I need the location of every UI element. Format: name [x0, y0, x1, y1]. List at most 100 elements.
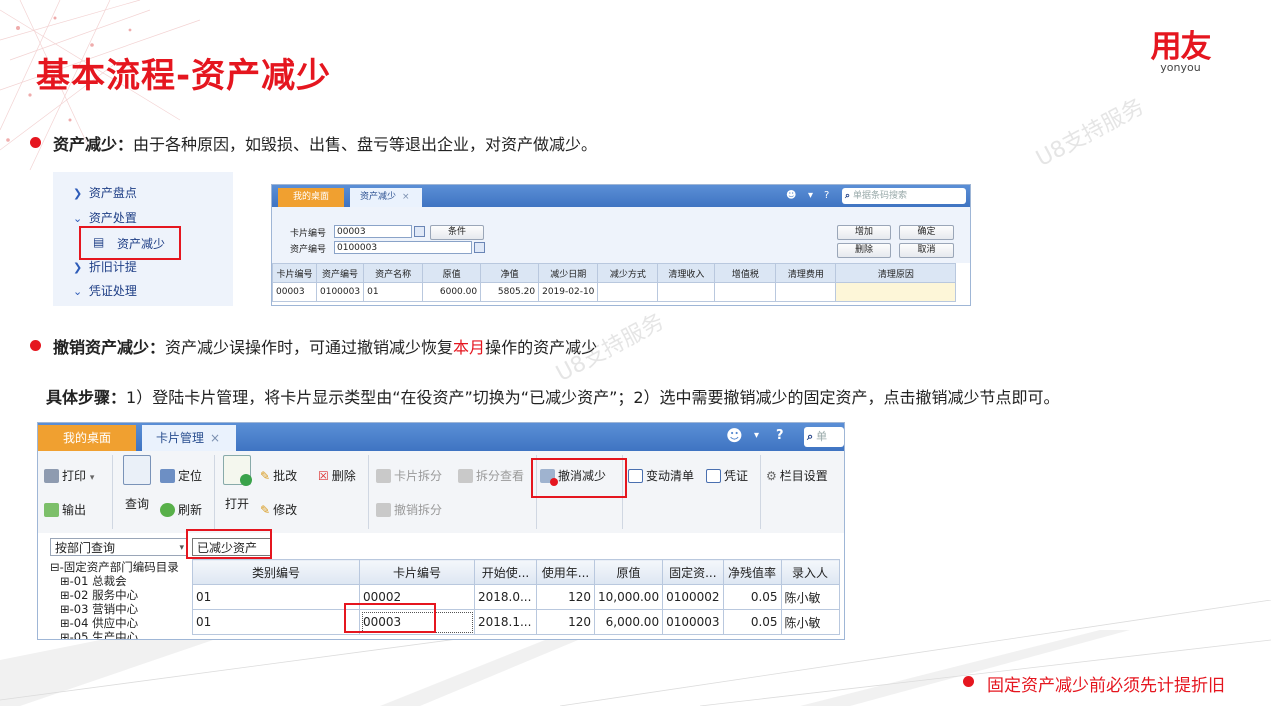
card-no-input[interactable]: 00003 [334, 225, 412, 238]
column-header[interactable]: 清理原因 [835, 263, 957, 283]
close-icon[interactable]: × [402, 192, 410, 202]
print-button[interactable]: 打印 ▾ [44, 467, 94, 484]
table-cell[interactable]: 6,000.00 [593, 609, 664, 635]
tree-node[interactable]: ⊞-01 总裁会 [50, 574, 200, 588]
search-input[interactable]: ⌕ 单 [804, 427, 844, 447]
table-cell[interactable]: 0100003 [662, 609, 724, 635]
table-cell[interactable] [714, 282, 777, 302]
tree-item-asset-reduce[interactable]: ▤ 资产减少 [79, 226, 181, 260]
tree-node[interactable]: ⊞-03 营销中心 [50, 602, 200, 616]
calendar-icon[interactable] [474, 242, 485, 253]
undo-split-button[interactable]: 撤销拆分 [376, 501, 442, 518]
search-input[interactable]: ⌕ 单据条码搜索 [842, 188, 966, 204]
tree-item-asset-disposal[interactable]: ⌄ 资产处置 [73, 209, 137, 226]
confirm-button[interactable]: 确定 [899, 225, 954, 240]
table-cell[interactable]: 陈小敏 [780, 584, 840, 610]
table-cell[interactable]: 5805.20 [480, 282, 540, 302]
smiley-icon[interactable]: ☻ [786, 185, 796, 207]
column-header[interactable]: 净值 [480, 263, 540, 283]
table-cell[interactable]: 00003 [272, 282, 317, 302]
table-cell[interactable]: 6000.00 [422, 282, 482, 302]
table-cell[interactable]: 120 [536, 609, 595, 635]
table-cell[interactable] [775, 282, 837, 302]
condition-button[interactable]: 条件 [430, 225, 484, 240]
table-row[interactable]: 01 00002 2018.0... 120 10,000.00 0100002… [192, 584, 840, 610]
delete-button[interactable]: ☒ 删除 [318, 467, 356, 484]
table-cell[interactable] [835, 282, 957, 302]
tree-node[interactable]: ⊞-02 服务中心 [50, 588, 200, 602]
open-button[interactable]: 打开 [222, 455, 252, 512]
tab-card-manage[interactable]: 卡片管理 × [142, 425, 236, 451]
table-cell[interactable] [597, 282, 659, 302]
column-header[interactable]: 原值 [422, 263, 482, 283]
table-cell[interactable]: 120 [536, 584, 595, 610]
voucher-button[interactable]: 凭证 [706, 467, 748, 484]
column-settings-button[interactable]: ⚙ 栏目设置 [766, 467, 828, 484]
column-header[interactable]: 净残值率 [722, 559, 782, 585]
column-header[interactable]: 录入人 [780, 559, 840, 585]
column-header[interactable]: 清理费用 [775, 263, 837, 283]
approve-button[interactable]: ✎ 批改 [260, 467, 297, 484]
column-header[interactable]: 资产名称 [363, 263, 424, 283]
delete-button[interactable]: 删除 [837, 243, 891, 258]
column-header[interactable]: 增值税 [714, 263, 777, 283]
chevron-down-icon[interactable]: ▾ [754, 425, 759, 447]
tree-item-voucher[interactable]: ⌄ 凭证处理 [73, 282, 137, 299]
table-cell[interactable]: 0100002 [662, 584, 724, 610]
table-cell[interactable]: 0.05 [722, 584, 782, 610]
column-header[interactable]: 固定资... [662, 559, 724, 585]
table-row[interactable]: 00003 0100003 01 6000.00 5805.20 2019-02… [272, 282, 957, 302]
card-split-button[interactable]: 卡片拆分 [376, 467, 442, 484]
add-button[interactable]: 增加 [837, 225, 891, 240]
column-header[interactable]: 减少方式 [597, 263, 659, 283]
smiley-icon[interactable]: ☻ [726, 425, 743, 447]
table-cell[interactable]: 0.05 [722, 609, 782, 635]
chevron-down-icon[interactable]: ▾ [808, 185, 813, 207]
split-view-button[interactable]: 拆分查看 [458, 467, 524, 484]
column-header[interactable]: 清理收入 [657, 263, 716, 283]
tree-item-asset-count[interactable]: ❯ 资产盘点 [73, 184, 137, 201]
close-icon[interactable]: × [210, 431, 220, 445]
help-icon[interactable]: ? [776, 425, 784, 447]
column-header[interactable]: 原值 [593, 559, 664, 585]
table-cell[interactable] [657, 282, 716, 302]
column-header[interactable]: 卡片编号 [272, 263, 317, 283]
toolbar: 打印 ▾ 输出 查询 定位 刷新 打开 ✎ 批改 ✎ 修改 ☒ 删除 卡片拆分 拆分查… [38, 451, 844, 534]
query-button[interactable]: 查询 [122, 455, 152, 512]
table-cell[interactable]: 10,000.00 [593, 584, 664, 610]
printer-icon [44, 469, 59, 483]
help-icon[interactable]: ? [824, 185, 829, 207]
tree-node-root[interactable]: ⊟-固定资产部门编码目录 [50, 560, 200, 574]
column-header[interactable]: 卡片编号 [359, 559, 475, 585]
refresh-button[interactable]: 刷新 [160, 501, 202, 518]
table-cell[interactable]: 陈小敏 [780, 609, 840, 635]
locate-button[interactable]: 定位 [160, 467, 202, 484]
table-cell[interactable]: 01 [192, 584, 360, 610]
toolbar-divider [368, 455, 369, 529]
tab-my-desktop[interactable]: 我的桌面 [278, 188, 344, 207]
table-cell[interactable]: 2018.1... [474, 609, 537, 635]
table-cell[interactable]: 2019-02-10 [538, 282, 599, 302]
change-list-button[interactable]: 变动清单 [628, 467, 694, 484]
column-header[interactable]: 资产编号 [315, 263, 365, 283]
query-by-select[interactable]: 按部门查询 ▾ [50, 538, 188, 556]
tree-node[interactable]: ⊞-05 生产中心 [50, 630, 200, 639]
table-row[interactable]: 01 00003 2018.1... 120 6,000.00 0100003 … [192, 609, 840, 635]
table-cell[interactable]: 01 [363, 282, 424, 302]
column-header[interactable]: 类别编号 [192, 559, 360, 585]
tab-my-desktop[interactable]: 我的桌面 [38, 425, 136, 451]
cancel-button[interactable]: 取消 [899, 243, 954, 258]
table-cell[interactable]: 0100003 [315, 282, 365, 302]
tab-asset-reduce[interactable]: 资产减少 × [350, 188, 422, 207]
column-header[interactable]: 减少日期 [538, 263, 599, 283]
asset-no-input[interactable]: 0100003 [334, 241, 472, 254]
modify-button[interactable]: ✎ 修改 [260, 501, 297, 518]
column-header[interactable]: 开始使... [474, 559, 537, 585]
tree-node[interactable]: ⊞-04 供应中心 [50, 616, 200, 630]
column-header[interactable]: 使用年... [536, 559, 595, 585]
export-button[interactable]: 输出 [44, 501, 86, 518]
table-cell[interactable]: 2018.0... [474, 584, 537, 610]
tree-item-depreciation[interactable]: ❯ 折旧计提 [73, 258, 137, 275]
calendar-icon[interactable] [414, 226, 425, 237]
table-cell[interactable]: 01 [192, 609, 360, 635]
